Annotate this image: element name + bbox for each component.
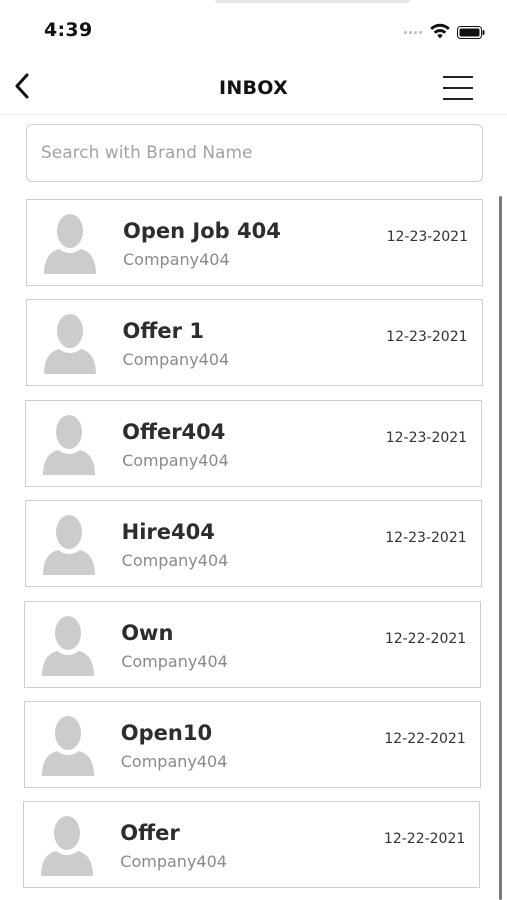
item-title: Open10 bbox=[120, 721, 213, 745]
inbox-item[interactable]: Open Job 404 Company404 12-23-2021 bbox=[26, 199, 483, 286]
scrollbar[interactable] bbox=[499, 196, 502, 900]
item-date: 12-22-2021 bbox=[384, 731, 466, 747]
user-placeholder-icon bbox=[42, 515, 95, 576]
inbox-item[interactable]: Offer 1 Company404 12-23-2021 bbox=[25, 299, 483, 387]
status-bar: 4:39 bbox=[0, 0, 507, 50]
item-company: Company404 bbox=[122, 350, 230, 370]
item-company: Company404 bbox=[123, 250, 230, 269]
user-placeholder-icon bbox=[41, 716, 94, 776]
item-date: 12-23-2021 bbox=[385, 530, 467, 547]
user-placeholder-icon bbox=[41, 816, 94, 877]
user-placeholder-icon bbox=[44, 214, 96, 274]
inbox-item[interactable]: Own Company404 12-22-2021 bbox=[24, 600, 482, 688]
user-placeholder-icon bbox=[43, 414, 96, 475]
item-company: Company404 bbox=[121, 551, 229, 571]
item-title: Hire404 bbox=[121, 520, 215, 545]
inbox-item[interactable]: Hire404 Company404 12-23-2021 bbox=[24, 500, 482, 588]
menu-button[interactable] bbox=[441, 74, 475, 102]
notch-indicator bbox=[215, 0, 410, 3]
page-title: INBOX bbox=[218, 77, 289, 99]
search-field[interactable] bbox=[26, 124, 483, 182]
user-placeholder-icon bbox=[42, 615, 95, 676]
nav-bar: INBOX bbox=[0, 60, 507, 115]
item-title: Offer bbox=[120, 821, 180, 846]
item-title: Offer 1 bbox=[122, 319, 204, 344]
item-date: 12-23-2021 bbox=[386, 229, 468, 245]
item-company: Company404 bbox=[122, 450, 229, 470]
item-title: Own bbox=[121, 620, 174, 645]
wifi-icon bbox=[430, 23, 450, 39]
battery-icon bbox=[457, 26, 485, 39]
item-title: Offer404 bbox=[122, 419, 226, 444]
item-date: 12-23-2021 bbox=[385, 429, 468, 446]
inbox-item[interactable]: Offer404 Company404 12-23-2021 bbox=[25, 399, 483, 487]
item-date: 12-22-2021 bbox=[384, 630, 467, 647]
cellular-signal-icon bbox=[404, 31, 422, 34]
item-title: Open Job 404 bbox=[123, 219, 281, 243]
item-company: Company404 bbox=[120, 752, 228, 771]
inbox-item[interactable]: Open10 Company404 12-22-2021 bbox=[23, 701, 481, 788]
status-time: 4:39 bbox=[44, 19, 93, 41]
item-company: Company404 bbox=[120, 852, 227, 872]
item-date: 12-22-2021 bbox=[383, 831, 466, 848]
item-date: 12-23-2021 bbox=[386, 329, 468, 346]
item-company: Company404 bbox=[121, 651, 228, 671]
search-input[interactable] bbox=[27, 125, 482, 181]
user-placeholder-icon bbox=[43, 314, 96, 375]
hamburger-menu-icon bbox=[443, 76, 473, 78]
inbox-item[interactable]: Offer Company404 12-22-2021 bbox=[23, 801, 481, 889]
